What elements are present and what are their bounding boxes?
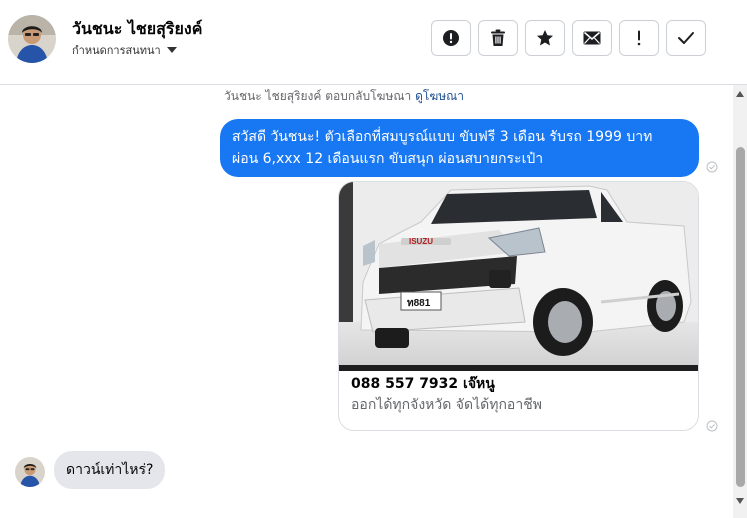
message-scrollbar[interactable] [733,85,747,518]
ad-reply-notice-text: วันชนะ ไชยสุริยงค์ ตอบกลับโฆษณา [224,89,412,103]
outgoing-message-line-2: ผ่อน 6,xxx 12 เดือนแรก ขับสนุก ผ่อนสบายก… [232,151,544,167]
star-button[interactable] [525,20,565,56]
svg-text:ท881: ท881 [407,298,431,309]
conversation-settings-dropdown[interactable]: กำหนดการสนทนา [72,41,177,59]
report-button[interactable] [431,20,471,56]
conversation-settings-label: กำหนดการสนทนา [72,44,161,57]
scroll-up-arrow-icon[interactable] [736,91,744,97]
conversation-actions [431,20,706,56]
ad-card[interactable]: ISUZU ท881 088 557 7932 เจ๊หนู ออกได้ทุก… [338,181,699,431]
contact-name[interactable]: วันชนะ ไชยสุริยงค์ [72,17,202,42]
mark-done-button[interactable] [666,20,706,56]
ad-image: ISUZU ท881 [339,182,698,371]
sent-check-icon [706,161,718,173]
outgoing-message-line-1: สวัสดี วันชนะ! ตัวเลือกที่สมบูรณ์แบบ ขับ… [232,129,653,145]
incoming-message-bubble[interactable]: ดาวน์เท่าไหร่? [54,451,166,489]
brand-logo: ISUZU [409,237,433,246]
alert-circle-icon [443,30,459,46]
star-icon [537,30,553,46]
outgoing-message-bubble[interactable]: สวัสดี วันชนะ! ตัวเลือกที่สมบูรณ์แบบ ขับ… [220,119,699,177]
check-icon [678,32,694,44]
ad-card-subtitle: ออกได้ทุกจังหวัด จัดได้ทุกอาชีพ [351,397,542,413]
sender-avatar[interactable] [15,457,45,487]
scrollbar-thumb[interactable] [736,147,745,487]
mark-spam-button[interactable] [619,20,659,56]
contact-avatar[interactable] [8,15,56,63]
mail-icon [583,31,601,45]
caret-down-icon [166,47,177,53]
trash-icon [491,29,505,46]
ad-card-title: 088 557 7932 เจ๊หนู [351,376,495,392]
mark-unread-button[interactable] [572,20,612,56]
delete-button[interactable] [478,20,518,56]
scroll-down-arrow-icon[interactable] [736,498,744,504]
conversation-header: วันชนะ ไชยสุริยงค์ กำหนดการสนทนา [0,0,747,85]
sent-check-icon [706,420,718,432]
view-ad-link[interactable]: ดูโฆษณา [415,89,464,103]
exclamation-icon [637,30,641,46]
ad-reply-notice: วันชนะ ไชยสุริยงค์ ตอบกลับโฆษณา ดูโฆษณา [224,87,464,106]
